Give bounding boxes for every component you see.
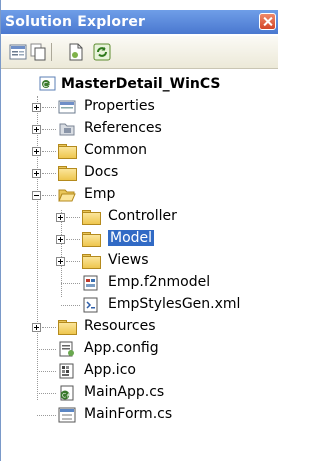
- cs-project-icon: C#: [39, 76, 56, 91]
- expand-icon[interactable]: [32, 125, 41, 134]
- expand-icon[interactable]: [32, 323, 41, 332]
- tree-item-label: Controller: [108, 208, 177, 224]
- properties-icon: [58, 100, 76, 114]
- tree-item-label: Resources: [84, 318, 156, 334]
- tree-line: [37, 415, 56, 416]
- tree-item-label: EmpStylesGen.xml: [108, 296, 241, 312]
- toolbar: [1, 36, 278, 69]
- expand-icon[interactable]: [32, 103, 41, 112]
- show-all-files-icon[interactable]: [67, 43, 85, 61]
- tree-item-label: MainApp.cs: [84, 384, 165, 400]
- solution-explorer-panel: Solution Explorer C# MasterDetail_WinCS …: [0, 0, 278, 461]
- tree-item-label: Common: [84, 142, 148, 158]
- svg-text:C#: C#: [62, 393, 71, 400]
- tree-item-label: Docs: [84, 164, 119, 180]
- xml-file-icon: [83, 297, 98, 313]
- tree-line: [42, 195, 56, 196]
- tree-line: [66, 239, 80, 240]
- expand-icon[interactable]: [56, 235, 65, 244]
- tree-line: [37, 371, 56, 372]
- tree-item-label: Emp.f2nmodel: [108, 274, 211, 290]
- show-all-files-icon[interactable]: [29, 43, 47, 61]
- expand-icon[interactable]: [56, 213, 65, 222]
- tree-line: [42, 129, 56, 130]
- properties-icon[interactable]: [9, 43, 27, 61]
- model-file-icon: [83, 275, 98, 291]
- tree-line: [66, 261, 80, 262]
- window-title: Solution Explorer: [5, 14, 146, 30]
- folder-icon: [82, 210, 101, 225]
- expand-icon[interactable]: [56, 257, 65, 266]
- folder-icon: [58, 144, 77, 159]
- tree-item-label: App.ico: [84, 362, 136, 378]
- folder-icon: [82, 232, 101, 247]
- tree-line: [66, 217, 80, 218]
- form-file-icon: [58, 407, 76, 423]
- toolbar-separator: [51, 43, 52, 61]
- folder-icon: [58, 166, 77, 181]
- tree-item-label: Views: [108, 252, 149, 268]
- tree-item-label: App.config: [84, 340, 159, 356]
- tree-line: [37, 349, 56, 350]
- tree-item-label: MainForm.cs: [84, 406, 173, 422]
- tree-line: [37, 96, 38, 400]
- svg-text:C#: C#: [43, 81, 54, 89]
- project-label: MasterDetail_WinCS: [61, 76, 221, 92]
- tree-line: [42, 327, 56, 328]
- title-bar: Solution Explorer: [1, 10, 278, 34]
- tree-item-label: References: [84, 120, 162, 136]
- tree-line: [42, 173, 56, 174]
- cs-file-icon: C#: [60, 385, 74, 401]
- project-node[interactable]: C# MasterDetail_WinCS: [39, 74, 269, 96]
- folder-icon: [58, 320, 77, 335]
- expand-icon[interactable]: [32, 169, 41, 178]
- expand-icon[interactable]: [32, 147, 41, 156]
- tree-item-label: Emp: [84, 186, 116, 202]
- refresh-icon[interactable]: [93, 43, 111, 61]
- tree-line: [61, 305, 80, 306]
- tree-line: [42, 151, 56, 152]
- tree-item-label-selected: Model: [108, 230, 155, 246]
- tree-line: [42, 107, 56, 108]
- tree-item-label: Properties: [84, 98, 155, 114]
- folder-open-icon: [58, 189, 76, 202]
- config-file-icon: [59, 341, 74, 357]
- folder-icon: [82, 254, 101, 269]
- collapse-icon[interactable]: [32, 191, 41, 200]
- ico-file-icon: [59, 363, 74, 379]
- tree-line: [61, 283, 80, 284]
- tree-line: [37, 393, 56, 394]
- close-icon[interactable]: [259, 13, 276, 30]
- references-icon: [59, 123, 75, 136]
